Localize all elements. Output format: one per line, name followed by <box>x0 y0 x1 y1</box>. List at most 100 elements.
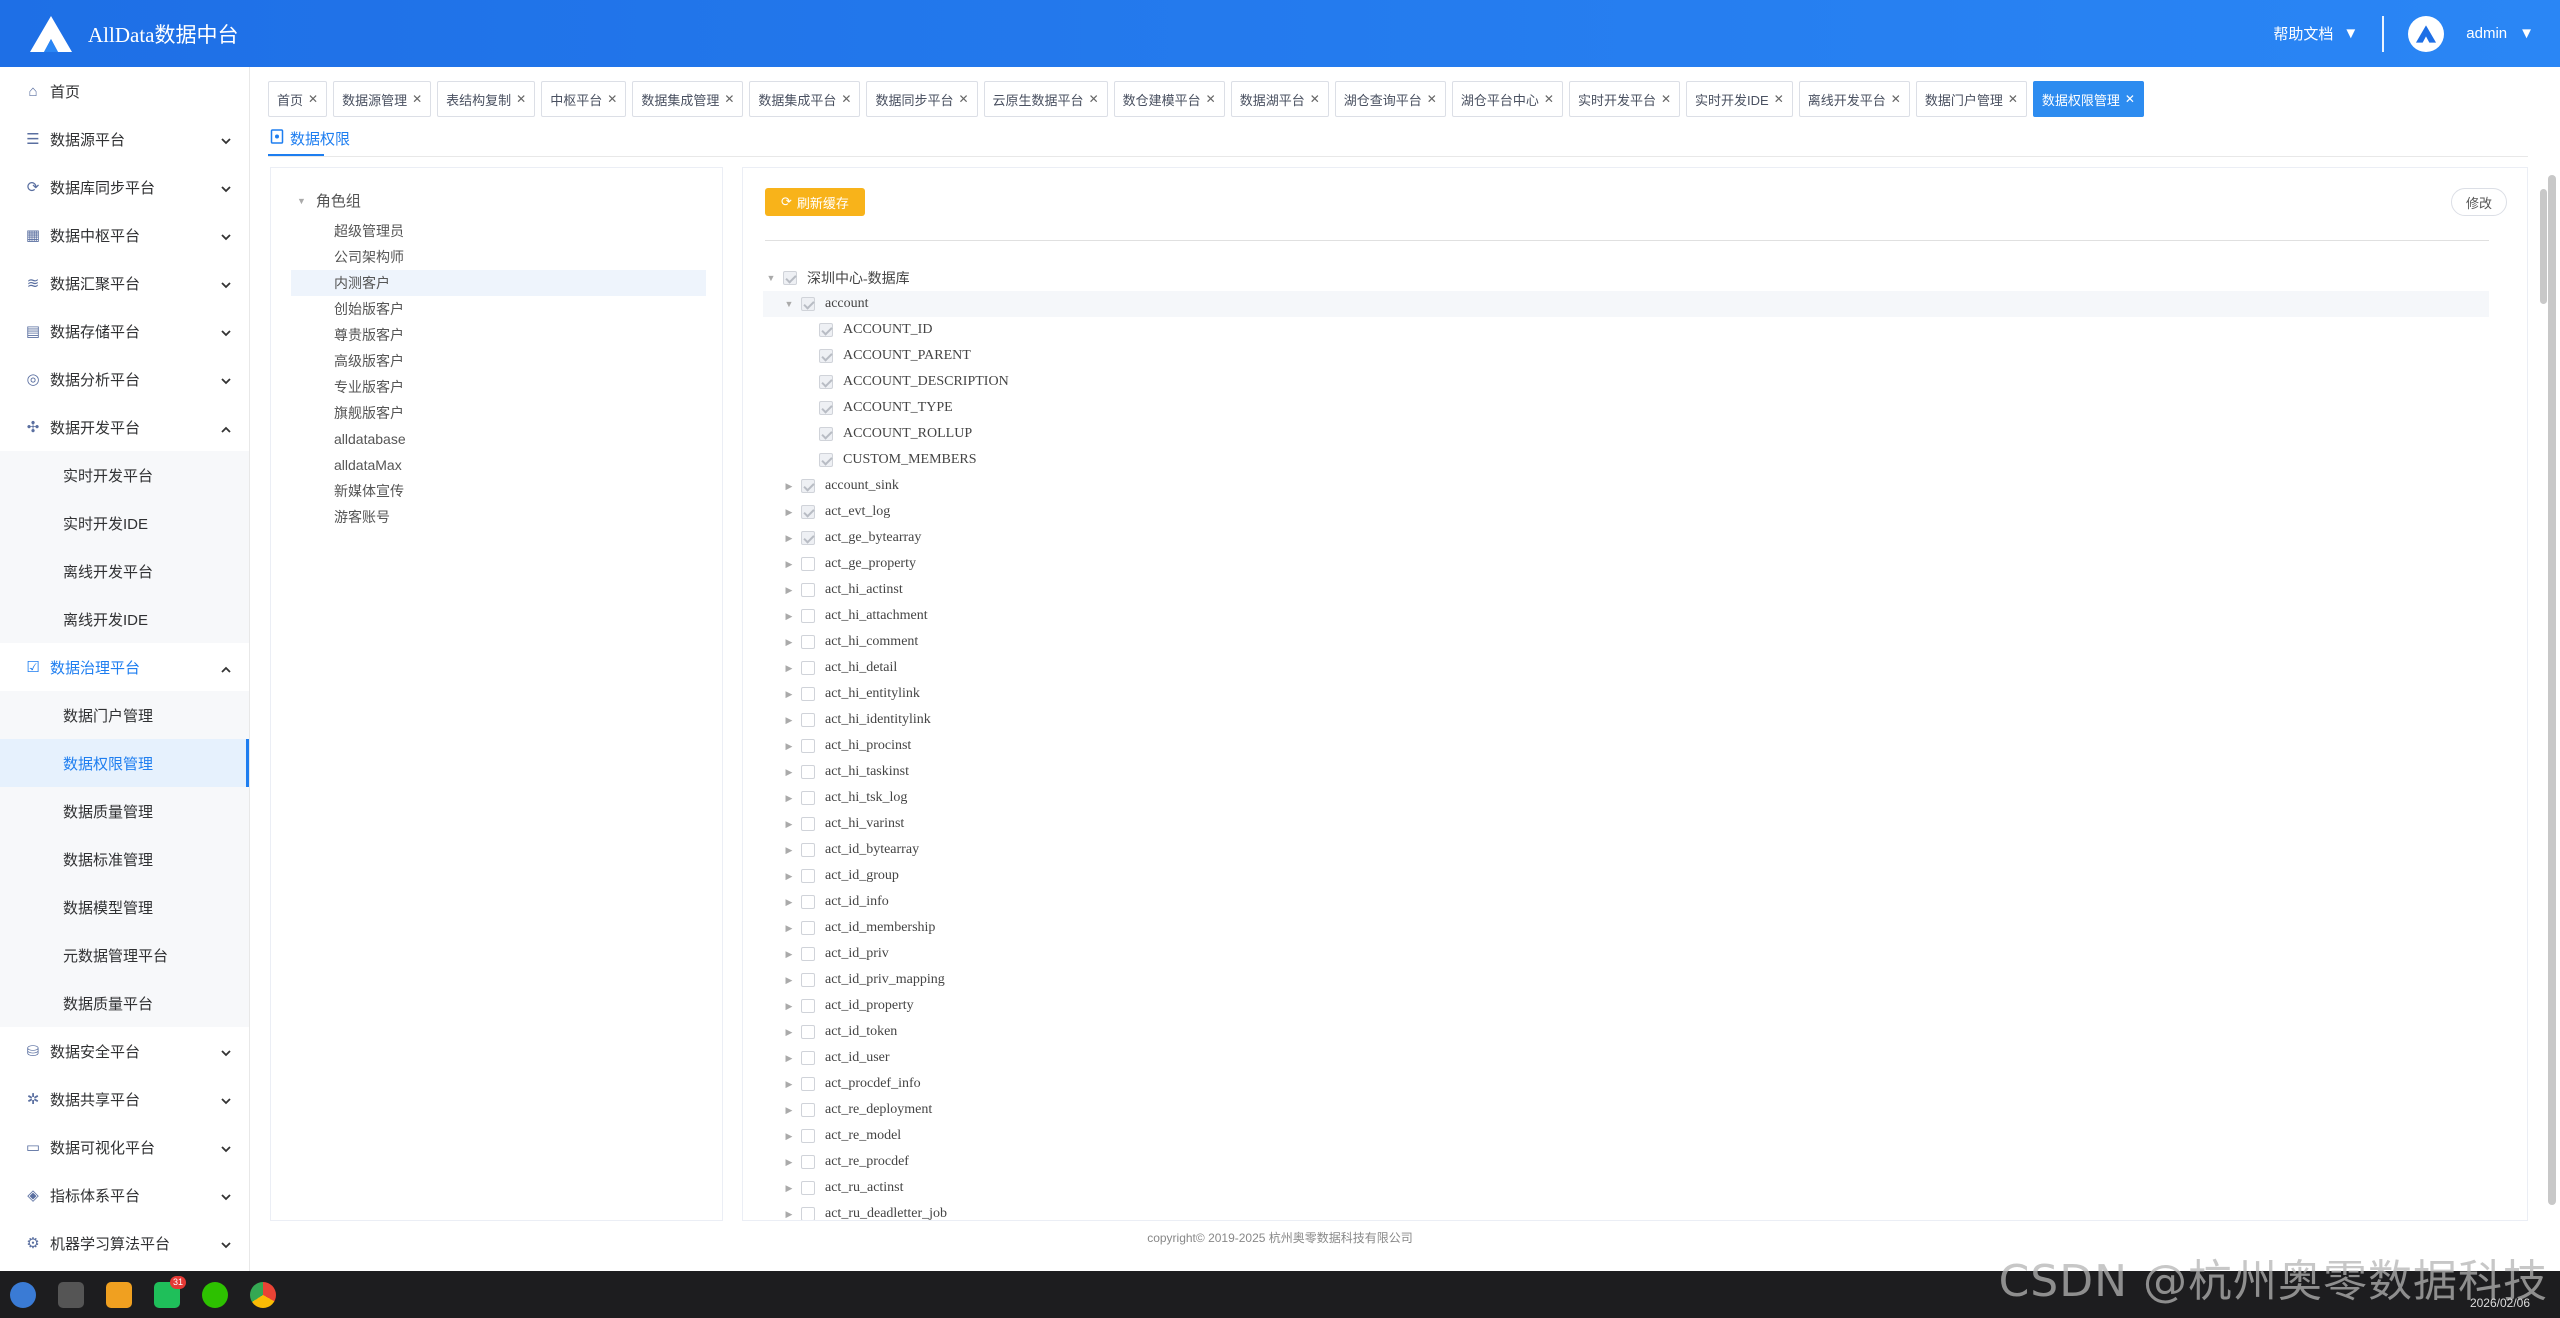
checkbox[interactable] <box>801 1155 815 1169</box>
sidebar-subitem[interactable]: 元数据管理平台 <box>0 931 249 979</box>
checkbox[interactable] <box>801 297 815 311</box>
caret-right-icon[interactable]: ▶ <box>783 871 795 882</box>
page-scrollbar[interactable] <box>2544 67 2560 1271</box>
checkbox[interactable] <box>801 531 815 545</box>
tree-node-table[interactable]: ▶ act_id_priv_mapping <box>783 967 945 993</box>
tree-node-table[interactable]: ▶ act_evt_log <box>783 499 890 525</box>
close-icon[interactable]: ✕ <box>1774 92 1784 106</box>
tree-node-table[interactable]: ▶ act_ru_actinst <box>783 1175 904 1201</box>
close-icon[interactable]: ✕ <box>412 92 422 106</box>
sidebar-item[interactable]: ⟳ 数据库同步平台 <box>0 163 249 211</box>
role-item[interactable]: 游客账号 <box>291 504 706 530</box>
caret-right-icon[interactable]: ▶ <box>783 1053 795 1064</box>
tab-tag[interactable]: 中枢平台 ✕ <box>541 81 627 117</box>
checkbox[interactable] <box>819 349 833 363</box>
task-view-icon[interactable] <box>58 1281 84 1308</box>
caret-right-icon[interactable]: ▶ <box>783 559 795 570</box>
sidebar-subitem[interactable]: 数据质量平台 <box>0 979 249 1027</box>
caret-right-icon[interactable]: ▶ <box>783 1183 795 1194</box>
close-icon[interactable]: ✕ <box>1661 92 1671 106</box>
checkbox[interactable] <box>801 791 815 805</box>
checkbox[interactable] <box>819 323 833 337</box>
role-item[interactable]: 超级管理员 <box>291 218 706 244</box>
caret-right-icon[interactable]: ▶ <box>783 715 795 726</box>
caret-right-icon[interactable]: ▶ <box>783 585 795 596</box>
checkbox[interactable] <box>801 765 815 779</box>
tree-node-table[interactable]: ▶ act_id_group <box>783 863 899 889</box>
sidebar-subitem[interactable]: 数据门户管理 <box>0 691 249 739</box>
sidebar-subitem[interactable]: 数据权限管理 <box>0 739 249 787</box>
close-icon[interactable]: ✕ <box>2125 92 2135 106</box>
chrome-icon[interactable] <box>250 1281 276 1308</box>
caret-right-icon[interactable]: ▶ <box>783 689 795 700</box>
checkbox[interactable] <box>801 999 815 1013</box>
checkbox[interactable] <box>801 557 815 571</box>
checkbox[interactable] <box>819 401 833 415</box>
checkbox[interactable] <box>801 739 815 753</box>
tree-node-table[interactable]: ▶ act_hi_entitylink <box>783 681 920 707</box>
close-icon[interactable]: ✕ <box>308 92 318 106</box>
caret-right-icon[interactable]: ▶ <box>783 1105 795 1116</box>
sidebar-item[interactable]: ⌂ 首页 <box>0 67 249 115</box>
role-item[interactable]: 尊贵版客户 <box>291 322 706 348</box>
tree-node-table[interactable]: ▶ act_id_token <box>783 1019 897 1045</box>
close-icon[interactable]: ✕ <box>1089 92 1099 106</box>
checkbox[interactable] <box>801 921 815 935</box>
tree-node-table[interactable]: ▶ act_id_user <box>783 1045 890 1071</box>
avatar[interactable] <box>2408 15 2445 52</box>
sidebar-subitem[interactable]: 实时开发平台 <box>0 451 249 499</box>
tree-node-column[interactable]: ACCOUNT_PARENT <box>801 343 971 369</box>
checkbox[interactable] <box>801 1207 815 1220</box>
tree-node-table[interactable]: ▶ act_ge_bytearray <box>783 525 921 551</box>
close-icon[interactable]: ✕ <box>1891 92 1901 106</box>
close-icon[interactable]: ✕ <box>2008 92 2018 106</box>
refresh-cache-button[interactable]: ⟳ 刷新缓存 <box>765 188 865 216</box>
caret-right-icon[interactable]: ▶ <box>783 1209 795 1220</box>
tab-tag[interactable]: 实时开发IDE ✕ <box>1686 81 1793 117</box>
caret-right-icon[interactable]: ▶ <box>783 1001 795 1012</box>
tab-tag[interactable]: 表结构复制 ✕ <box>437 81 536 117</box>
role-item[interactable]: 内测客户 <box>291 270 706 296</box>
tree-node-table[interactable]: ▶ act_id_property <box>783 993 914 1019</box>
edit-button[interactable]: 修改 <box>2450 188 2507 216</box>
caret-right-icon[interactable]: ▶ <box>783 767 795 778</box>
user-menu[interactable]: admin ▼ <box>2466 25 2534 42</box>
tree-node-table[interactable]: ▼ account <box>783 291 869 317</box>
checkbox[interactable] <box>801 869 815 883</box>
role-item[interactable]: alldataMax <box>291 452 706 478</box>
checkbox[interactable] <box>801 505 815 519</box>
caret-down-icon[interactable]: ▼ <box>765 273 777 283</box>
tab-tag[interactable]: 离线开发平台 ✕ <box>1798 81 1910 117</box>
tree-node-table[interactable]: ▶ act_hi_comment <box>783 629 918 655</box>
tree-node-table[interactable]: ▶ act_re_procdef <box>783 1149 909 1175</box>
tree-node-column[interactable]: ACCOUNT_TYPE <box>801 395 953 421</box>
tree-node-table[interactable]: ▶ act_hi_procinst <box>783 733 911 759</box>
checkbox[interactable] <box>801 1025 815 1039</box>
tree-node-table[interactable]: ▶ act_id_info <box>783 889 889 915</box>
role-item[interactable]: 新媒体宣传 <box>291 478 706 504</box>
tree-node-table[interactable]: ▶ account_sink <box>783 473 899 499</box>
caret-right-icon[interactable]: ▶ <box>783 637 795 648</box>
tree-node-database[interactable]: ▼ 深圳中心-数据库 <box>765 265 910 291</box>
caret-right-icon[interactable]: ▶ <box>783 533 795 544</box>
checkbox[interactable] <box>801 1181 815 1195</box>
sidebar-item[interactable]: ◈ 指标体系平台 <box>0 1171 249 1219</box>
close-icon[interactable]: ✕ <box>1310 92 1320 106</box>
tree-node-table[interactable]: ▶ act_hi_detail <box>783 655 897 681</box>
tab-tag[interactable]: 实时开发平台 ✕ <box>1568 81 1681 117</box>
close-icon[interactable]: ✕ <box>724 92 734 106</box>
tree-node-table[interactable]: ▶ act_id_priv <box>783 941 889 967</box>
checkbox[interactable] <box>801 635 815 649</box>
sidebar-item[interactable]: ☰ 数据源平台 <box>0 115 249 163</box>
tab-tag[interactable]: 云原生数据平台 ✕ <box>983 81 1108 117</box>
checkbox[interactable] <box>801 947 815 961</box>
sidebar-subitem[interactable]: 离线开发IDE <box>0 595 249 643</box>
sidebar-subitem[interactable]: 数据标准管理 <box>0 835 249 883</box>
scrollbar-thumb[interactable] <box>2548 175 2556 1205</box>
sidebar-item[interactable]: ▦ 数据中枢平台 <box>0 211 249 259</box>
checkbox[interactable] <box>801 1077 815 1091</box>
tab-tag[interactable]: 数据门户管理 ✕ <box>1915 81 2027 117</box>
tree-node-table[interactable]: ▶ act_id_bytearray <box>783 837 919 863</box>
checkbox[interactable] <box>801 687 815 701</box>
tree-node-table[interactable]: ▶ act_id_membership <box>783 915 935 941</box>
